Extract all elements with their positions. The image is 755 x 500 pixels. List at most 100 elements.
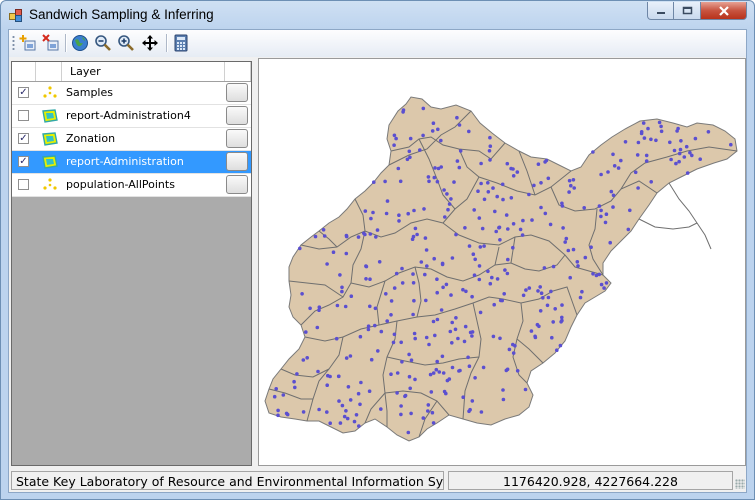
sample-point — [511, 245, 515, 250]
resize-grip[interactable] — [735, 479, 745, 489]
sample-point — [471, 252, 476, 256]
sample-point — [425, 264, 429, 268]
sample-point — [368, 232, 373, 236]
zoom-out-button[interactable] — [93, 33, 113, 53]
sample-point — [611, 193, 616, 198]
sample-point — [677, 159, 681, 164]
map-svg[interactable] — [259, 59, 745, 465]
remove-layer-button[interactable] — [41, 33, 61, 53]
sample-point — [561, 226, 565, 230]
sample-point — [400, 281, 405, 285]
sample-point — [599, 214, 603, 219]
sample-point — [292, 379, 296, 384]
add-layer-button[interactable] — [18, 33, 38, 53]
sample-point — [421, 416, 426, 420]
sample-point — [682, 155, 687, 159]
sample-point — [376, 349, 380, 353]
close-icon — [718, 5, 729, 16]
sample-point — [450, 256, 455, 260]
layer-visibility-checkbox[interactable] — [18, 179, 29, 190]
sample-point — [611, 205, 615, 209]
sample-point — [511, 342, 515, 347]
sample-point — [470, 294, 474, 299]
sample-point — [412, 298, 416, 303]
layer-visibility-checkbox[interactable] — [18, 110, 29, 121]
sample-point — [497, 225, 501, 230]
calculator-button[interactable] — [171, 33, 191, 53]
sample-point — [395, 391, 399, 395]
zoom-out-icon — [95, 35, 111, 51]
sample-point — [472, 208, 476, 212]
sample-point — [443, 215, 447, 219]
sample-point — [672, 148, 677, 153]
sample-point — [344, 356, 349, 360]
layer-row-samples[interactable]: ✓ Samples — [12, 82, 251, 105]
sample-point — [454, 316, 458, 320]
layer-row-population-allpoints[interactable]: population-AllPoints — [12, 174, 251, 197]
sample-point — [409, 411, 413, 416]
layer-symbol-button[interactable] — [226, 106, 248, 125]
sample-point — [389, 299, 394, 303]
sample-point — [490, 275, 494, 280]
sample-point — [649, 137, 653, 142]
sample-point — [276, 408, 280, 413]
layer-visibility-checkbox[interactable]: ✓ — [18, 156, 29, 167]
sample-point — [446, 207, 450, 212]
sample-point — [435, 359, 439, 364]
sample-point — [572, 186, 576, 190]
title-bar[interactable]: Sandwich Sampling & Inferring — [1, 1, 754, 29]
sample-point — [560, 315, 564, 320]
sample-point — [301, 358, 306, 362]
layer-row-report-administration[interactable]: ✓ report-Administration — [12, 151, 251, 174]
sample-point — [678, 147, 683, 152]
sample-point — [427, 342, 431, 347]
layer-symbol-button[interactable] — [226, 83, 248, 102]
sample-point — [623, 140, 628, 144]
sample-point — [566, 248, 571, 253]
sample-point — [473, 257, 477, 262]
full-extent-button[interactable] — [70, 33, 90, 53]
sample-point — [422, 207, 426, 211]
zoom-in-button[interactable] — [116, 33, 136, 53]
sample-point — [675, 129, 679, 133]
layer-symbol-button[interactable] — [226, 175, 248, 194]
sample-point — [411, 234, 416, 239]
layer-row-report-administration4[interactable]: report-Administration4 — [12, 105, 251, 128]
close-button[interactable] — [701, 2, 747, 20]
sample-point — [569, 183, 573, 188]
sample-point — [399, 412, 403, 417]
toolbar — [9, 30, 746, 57]
sample-point — [300, 292, 304, 296]
pan-button[interactable] — [140, 33, 160, 53]
layer-visibility-checkbox[interactable]: ✓ — [18, 87, 29, 98]
sample-point — [543, 211, 548, 216]
sample-point — [626, 227, 631, 232]
layer-row-zonation[interactable]: ✓ Zonation — [12, 128, 251, 151]
app-window: Sandwich Sampling & Inferring Layer ✓ Sa… — [0, 0, 755, 500]
sample-point — [477, 216, 482, 220]
layer-symbol-button[interactable] — [226, 152, 248, 171]
point-layer-icon — [43, 86, 57, 98]
sample-point — [539, 291, 544, 295]
sample-point — [383, 179, 387, 184]
sample-point — [419, 260, 424, 264]
sample-point — [603, 220, 608, 225]
sample-point — [649, 180, 653, 184]
sample-point — [599, 172, 603, 177]
sample-point — [609, 189, 614, 194]
sample-point — [406, 430, 411, 435]
layer-visibility-checkbox[interactable]: ✓ — [18, 133, 29, 144]
polygon-layer-icon — [42, 155, 58, 169]
sample-point — [688, 150, 692, 155]
sample-point — [599, 282, 604, 287]
sample-point — [529, 329, 534, 333]
minimize-button[interactable] — [647, 2, 674, 20]
layer-symbol-button[interactable] — [226, 129, 248, 148]
map-canvas[interactable] — [258, 58, 746, 466]
maximize-button[interactable] — [674, 2, 701, 20]
toolbar-grip[interactable] — [12, 35, 15, 51]
sample-point — [486, 181, 490, 185]
sample-point — [563, 240, 567, 244]
sample-point — [358, 402, 362, 407]
sample-point — [482, 244, 486, 248]
